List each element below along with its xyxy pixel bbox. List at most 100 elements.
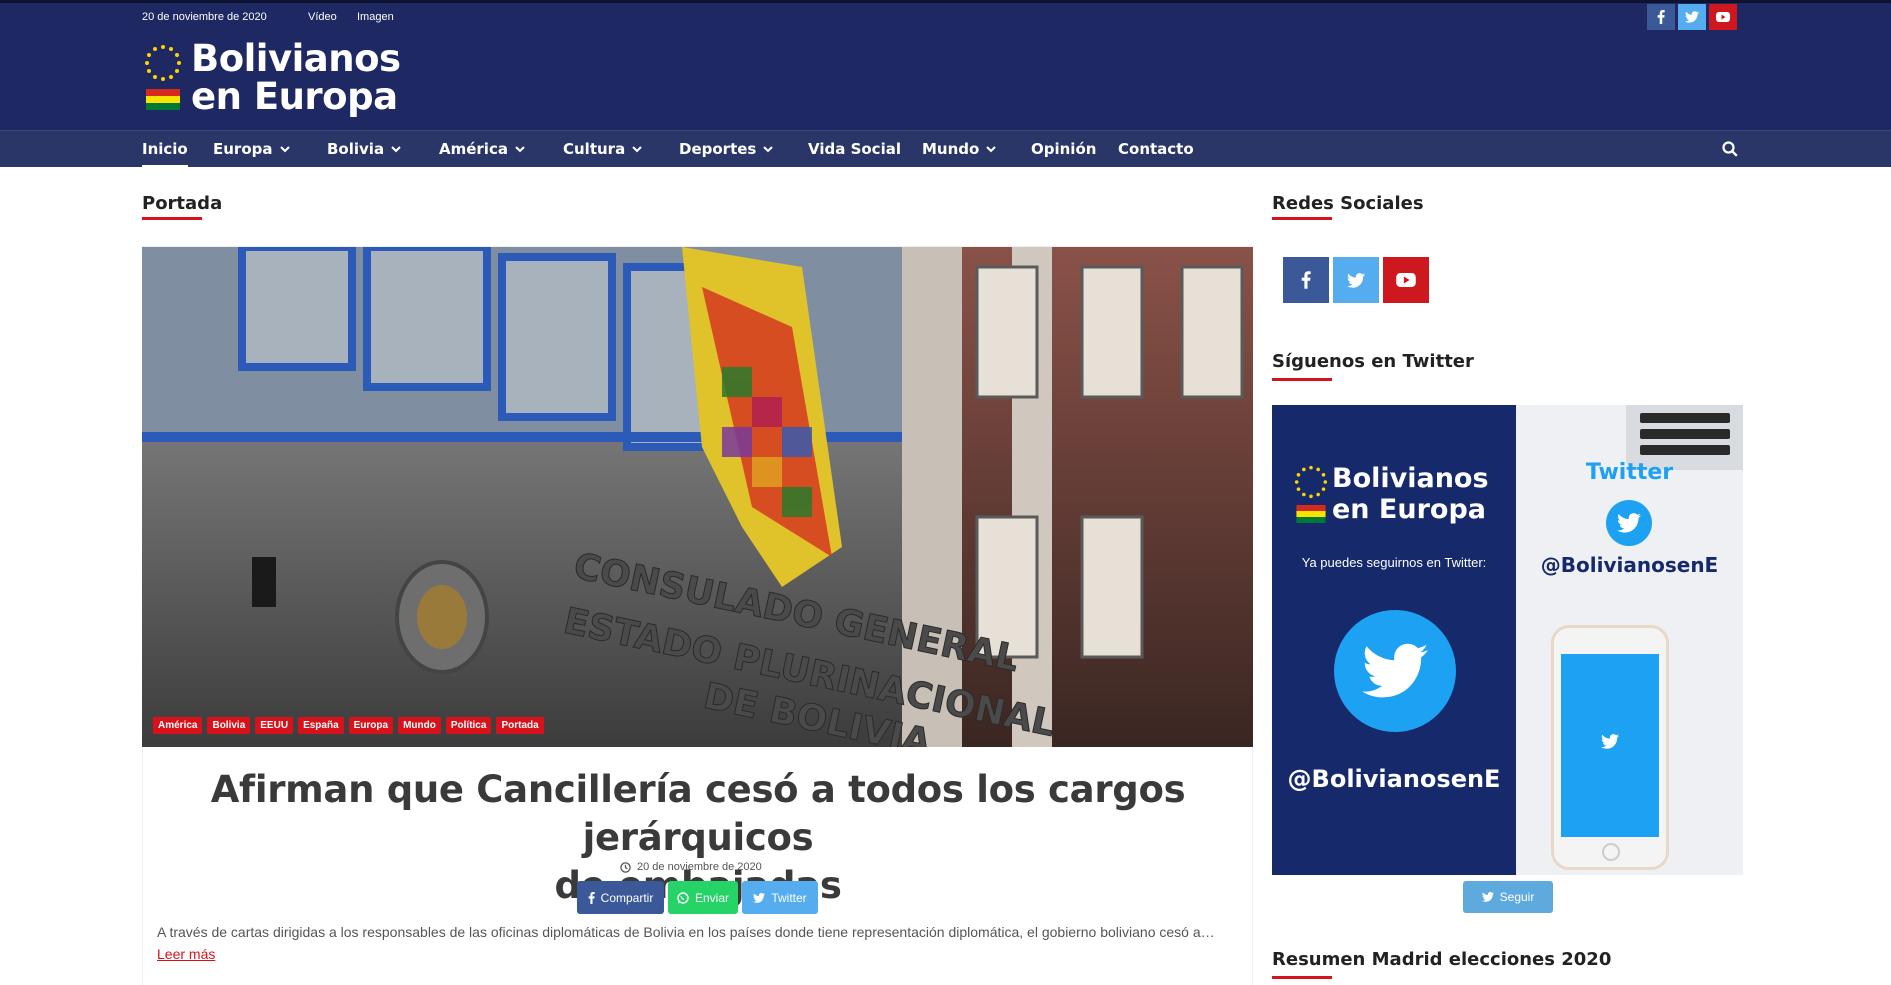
nav-item-inicio[interactable]: Inicio bbox=[142, 131, 188, 168]
phone-screen bbox=[1561, 654, 1659, 837]
share-twitter-label: Twitter bbox=[771, 890, 807, 905]
promo-right-handle: @BolivianosenE bbox=[1540, 553, 1719, 577]
tag-america[interactable]: América bbox=[153, 717, 203, 734]
twitter-icon bbox=[1617, 513, 1641, 533]
section-title-portada: Portada bbox=[142, 193, 223, 214]
nav-label: Bolivia bbox=[327, 140, 385, 158]
nav-item-vida-social[interactable]: Vida Social bbox=[808, 131, 901, 168]
facebook-icon bbox=[1657, 10, 1665, 24]
nav-item-mundo[interactable]: Mundo bbox=[922, 131, 997, 168]
top-link-video[interactable]: Vídeo bbox=[308, 11, 337, 23]
nav-label: Inicio bbox=[142, 140, 188, 158]
chevron-down-icon bbox=[763, 146, 774, 153]
twitter-bird-circle-small bbox=[1606, 500, 1652, 546]
section-underline bbox=[1272, 976, 1332, 979]
share-whatsapp-label: Enviar bbox=[694, 890, 729, 905]
featured-article-image[interactable]: CONSULADO GENERAL ESTADO PLURINACIONAL D… bbox=[142, 247, 1253, 747]
nav-item-deportes[interactable]: Deportes bbox=[679, 131, 774, 168]
top-bar: 20 de noviembre de 2020 Vídeo Imagen bbox=[0, 0, 1891, 30]
youtube-icon bbox=[1396, 273, 1416, 287]
bolivia-flag-icon bbox=[146, 89, 180, 110]
facebook-link[interactable] bbox=[1647, 4, 1675, 30]
eu-stars-icon bbox=[1294, 465, 1328, 499]
follow-label: Seguir bbox=[1499, 890, 1535, 904]
read-more-link[interactable]: Leer más bbox=[157, 946, 215, 962]
chevron-down-icon bbox=[515, 146, 525, 153]
tag-eeuu[interactable]: EEUU bbox=[255, 717, 294, 734]
tag-portada[interactable]: Portada bbox=[496, 717, 544, 734]
chevron-down-icon bbox=[632, 146, 642, 153]
tag-espana[interactable]: España bbox=[298, 717, 344, 734]
whatsapp-icon bbox=[677, 891, 689, 904]
top-link-imagen[interactable]: Imagen bbox=[357, 11, 394, 23]
nav-label: Europa bbox=[213, 140, 273, 158]
site-logo[interactable]: Bolivianos en Europa bbox=[191, 40, 401, 116]
twitter-link[interactable] bbox=[1678, 4, 1706, 30]
facebook-icon bbox=[588, 891, 595, 904]
sidebar-title-twitter: Síguenos en Twitter bbox=[1272, 351, 1474, 372]
tag-mundo[interactable]: Mundo bbox=[398, 717, 441, 734]
sidebar-twitter-button[interactable] bbox=[1333, 257, 1379, 303]
search-icon[interactable] bbox=[1722, 141, 1738, 157]
tag-politica[interactable]: Política bbox=[445, 717, 492, 734]
chevron-down-icon bbox=[391, 146, 401, 153]
twitter-icon bbox=[753, 892, 766, 903]
eu-stars-icon bbox=[145, 45, 181, 81]
phone-illustration bbox=[1551, 625, 1669, 870]
twitter-promo-left: Bolivianos en Europa Ya puedes seguirnos… bbox=[1272, 405, 1516, 875]
chevron-down-icon bbox=[986, 146, 997, 153]
nav-label: Deportes bbox=[679, 140, 757, 158]
section-underline bbox=[142, 217, 202, 220]
current-date: 20 de noviembre de 2020 bbox=[142, 11, 267, 23]
twitter-promo-image[interactable]: Bolivianos en Europa Ya puedes seguirnos… bbox=[1272, 405, 1743, 875]
nav-item-opinion[interactable]: Opinión bbox=[1031, 131, 1096, 168]
twitter-follow-button[interactable]: Seguir bbox=[1463, 881, 1553, 913]
promo-follow-text: Ya puedes seguirnos en Twitter: bbox=[1301, 555, 1487, 570]
sidebar-title-madrid: Resumen Madrid elecciones 2020 bbox=[1272, 949, 1612, 970]
promo-brand-line-1: Bolivianos bbox=[1332, 463, 1489, 494]
nav-item-cultura[interactable]: Cultura bbox=[563, 131, 642, 168]
headline-line-1: Afirman que Cancillería cesó a todos los… bbox=[210, 768, 1186, 859]
tag-europa[interactable]: Europa bbox=[348, 717, 394, 734]
sidebar-title-redes-sociales: Redes Sociales bbox=[1272, 193, 1424, 214]
twitter-icon bbox=[1685, 11, 1699, 23]
twitter-icon bbox=[1347, 272, 1365, 288]
article-excerpt: A través de cartas dirigidas a los respo… bbox=[157, 921, 1237, 965]
section-underline bbox=[1272, 378, 1332, 381]
article-meta: 20 de noviembre de 2020 bbox=[620, 861, 762, 873]
share-twitter-button[interactable]: Twitter bbox=[742, 881, 818, 914]
nav-label: América bbox=[439, 140, 508, 158]
twitter-icon bbox=[1362, 643, 1428, 698]
nav-item-contacto[interactable]: Contacto bbox=[1118, 131, 1194, 168]
nav-item-europa[interactable]: Europa bbox=[213, 131, 290, 168]
twitter-bird-circle bbox=[1334, 610, 1456, 732]
nav-item-america[interactable]: América bbox=[439, 131, 525, 168]
nav-label: Contacto bbox=[1118, 140, 1194, 158]
promo-handle: @BolivianosenE bbox=[1287, 765, 1501, 793]
category-tags: América Bolivia EEUU España Europa Mundo… bbox=[153, 717, 544, 734]
promo-right-title: Twitter bbox=[1585, 460, 1674, 485]
article-date: 20 de noviembre de 2020 bbox=[637, 861, 762, 873]
facebook-icon bbox=[1301, 271, 1311, 289]
nav-item-bolivia[interactable]: Bolivia bbox=[327, 131, 401, 168]
excerpt-text: A través de cartas dirigidas a los respo… bbox=[157, 924, 1215, 940]
promo-brand: Bolivianos en Europa bbox=[1332, 463, 1489, 525]
nav-label: Opinión bbox=[1031, 140, 1097, 158]
twitter-icon bbox=[1481, 892, 1494, 902]
youtube-icon bbox=[1716, 12, 1730, 22]
share-facebook-label: Compartir bbox=[600, 890, 654, 905]
nav-label: Cultura bbox=[563, 140, 626, 158]
share-whatsapp-button[interactable]: Enviar bbox=[668, 881, 738, 914]
share-facebook-button[interactable]: Compartir bbox=[577, 881, 664, 914]
sidebar-youtube-button[interactable] bbox=[1383, 257, 1429, 303]
tag-bolivia[interactable]: Bolivia bbox=[207, 717, 251, 734]
sidebar-facebook-button[interactable] bbox=[1283, 257, 1329, 303]
youtube-link[interactable] bbox=[1709, 4, 1737, 30]
nav-label: Vida Social bbox=[808, 140, 901, 158]
bolivia-flag-icon bbox=[1296, 505, 1326, 523]
section-underline bbox=[1272, 217, 1332, 220]
promo-brand-line-2: en Europa bbox=[1332, 494, 1487, 525]
main-navigation: Inicio Europa Bolivia América Cultura De… bbox=[0, 130, 1891, 168]
clock-icon bbox=[620, 861, 631, 873]
twitter-icon bbox=[1601, 734, 1619, 749]
